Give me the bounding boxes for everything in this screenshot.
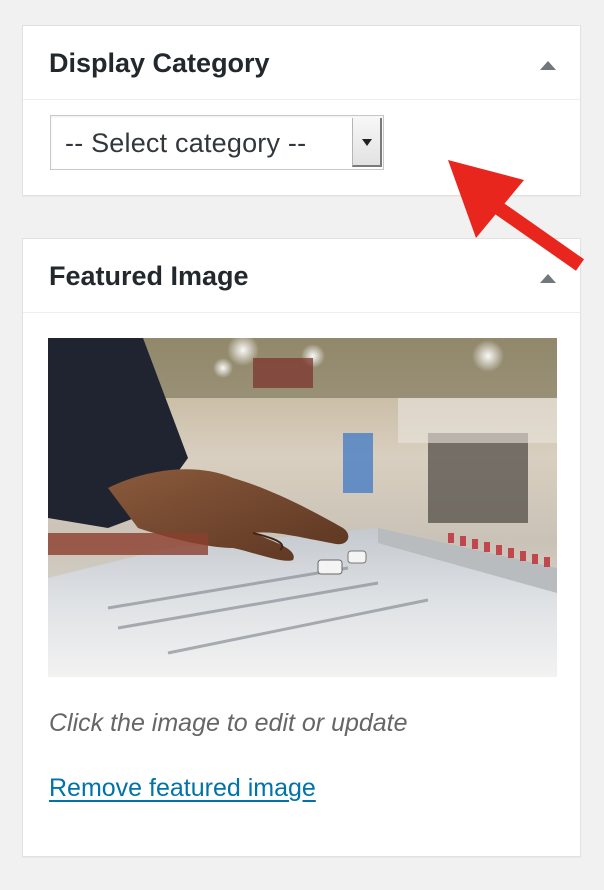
triangle-up-icon — [540, 61, 556, 70]
category-select-value: -- Select category -- — [65, 128, 307, 158]
triangle-down-icon — [362, 139, 372, 146]
featured-image-thumbnail[interactable] — [48, 338, 557, 677]
category-select[interactable]: -- Select category -- — [50, 115, 384, 170]
featured-image-box: Featured Image Click the image to edit o… — [22, 238, 581, 857]
display-category-toggle-button[interactable] — [534, 52, 562, 76]
category-select-dropdown-button[interactable] — [352, 118, 382, 167]
featured-image-title: Featured Image — [49, 261, 249, 291]
remove-featured-image-link[interactable]: Remove featured image — [49, 774, 316, 803]
red-arrow-pointer-icon — [448, 160, 585, 271]
mixing-console-photo — [48, 338, 557, 677]
display-category-header: Display Category — [23, 26, 580, 100]
display-category-title: Display Category — [49, 48, 270, 78]
featured-image-hint: Click the image to edit or update — [49, 709, 408, 737]
